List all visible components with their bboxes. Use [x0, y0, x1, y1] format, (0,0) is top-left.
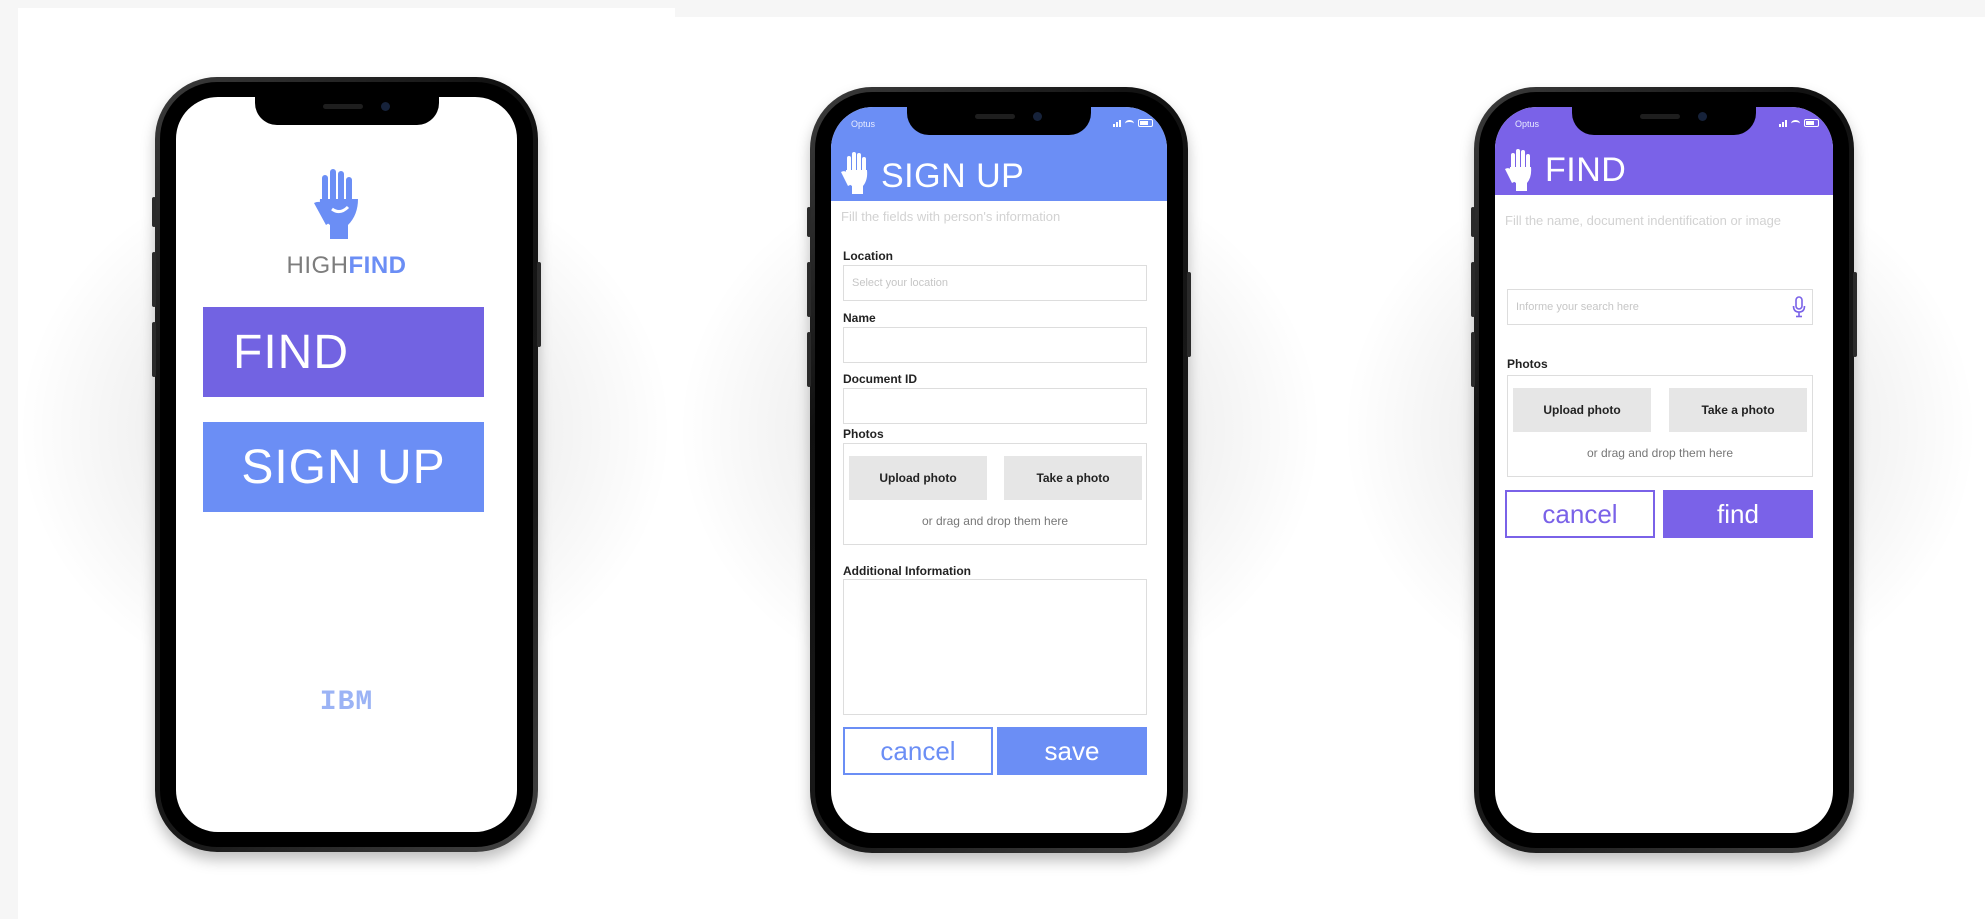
- photos-dropzone[interactable]: Upload photo Take a photo or drag and dr…: [1507, 375, 1813, 477]
- mute-switch: [152, 197, 156, 227]
- search-hint: Fill the name, document indentification …: [1505, 213, 1782, 228]
- document-id-field[interactable]: [843, 388, 1147, 424]
- find-screen: Optus FIND Fill the name, document inden…: [1495, 107, 1833, 833]
- additional-info-textarea[interactable]: [843, 579, 1147, 715]
- power-button: [537, 262, 541, 347]
- hand-icon: [841, 152, 868, 194]
- search-input[interactable]: Informe your search here: [1507, 289, 1813, 325]
- notch: [254, 97, 439, 125]
- save-button[interactable]: save: [997, 727, 1147, 775]
- notch: [907, 107, 1091, 135]
- sign-up-button[interactable]: SIGN UP: [203, 422, 484, 512]
- power-button: [1853, 272, 1857, 357]
- upload-photo-button[interactable]: Upload photo: [1513, 388, 1651, 432]
- wifi-icon: [1791, 120, 1800, 127]
- signal-icon: [1113, 120, 1121, 127]
- photos-label: Photos: [1507, 357, 1548, 371]
- status-icons: [1779, 119, 1819, 127]
- mute-switch: [1471, 207, 1475, 237]
- hand-icon: [314, 169, 358, 239]
- take-photo-button[interactable]: Take a photo: [1004, 456, 1142, 500]
- wifi-icon: [1125, 120, 1134, 127]
- brand-logo-text: HIGHFIND: [176, 252, 517, 280]
- home-screen: HIGHFIND FIND SIGN UP IBM: [176, 97, 517, 832]
- carrier-name: Optus: [1515, 119, 1540, 129]
- search-placeholder: Informe your search here: [1516, 301, 1639, 313]
- ibm-logo: IBM: [319, 687, 374, 718]
- phone-home: HIGHFIND FIND SIGN UP IBM: [152, 77, 541, 852]
- brand-light-text: HIGH: [286, 252, 349, 279]
- photos-dropzone[interactable]: Upload photo Take a photo or drag and dr…: [843, 443, 1147, 545]
- location-placeholder: Select your location: [852, 277, 948, 289]
- page-title: FIND: [1545, 151, 1627, 189]
- find-button[interactable]: FIND: [203, 307, 484, 397]
- brand-bold-text: FIND: [348, 252, 407, 279]
- location-select[interactable]: Select your location: [843, 265, 1147, 301]
- notch: [1572, 107, 1756, 135]
- drag-drop-hint: or drag and drop them here: [1586, 446, 1734, 460]
- volume-down-button: [807, 332, 811, 387]
- location-label: Location: [843, 249, 893, 263]
- phone-find: Optus FIND Fill the name, document inden…: [1471, 87, 1857, 853]
- volume-down-button: [1471, 332, 1475, 387]
- volume-up-button: [1471, 262, 1475, 317]
- volume-down-button: [152, 322, 156, 377]
- hand-icon: [1505, 149, 1532, 191]
- volume-up-button: [152, 252, 156, 307]
- signal-icon: [1779, 120, 1787, 127]
- status-icons: [1113, 119, 1153, 127]
- carrier-name: Optus: [851, 119, 876, 129]
- photos-label: Photos: [843, 427, 884, 441]
- battery-icon: [1138, 119, 1153, 127]
- signup-screen: Optus SIGN UP Fill the fields with perso…: [831, 107, 1167, 833]
- top-strip: [675, 0, 1985, 17]
- cancel-button[interactable]: cancel: [843, 727, 993, 775]
- document-id-label: Document ID: [843, 372, 918, 386]
- microphone-icon[interactable]: [1792, 296, 1806, 318]
- cancel-button[interactable]: cancel: [1505, 490, 1655, 538]
- upload-photo-button[interactable]: Upload photo: [849, 456, 987, 500]
- battery-icon: [1804, 119, 1819, 127]
- drag-drop-hint: or drag and drop them here: [921, 514, 1069, 528]
- take-photo-button[interactable]: Take a photo: [1669, 388, 1807, 432]
- page-title: SIGN UP: [881, 157, 1025, 195]
- name-field[interactable]: [843, 327, 1147, 363]
- mute-switch: [807, 207, 811, 237]
- volume-up-button: [807, 262, 811, 317]
- find-button[interactable]: find: [1663, 490, 1813, 538]
- additional-info-label: Additional Information: [843, 564, 971, 578]
- form-hint: Fill the fields with person's informatio…: [841, 209, 1061, 224]
- power-button: [1187, 272, 1191, 357]
- phone-signup: Optus SIGN UP Fill the fields with perso…: [807, 87, 1191, 853]
- name-label: Name: [843, 311, 876, 325]
